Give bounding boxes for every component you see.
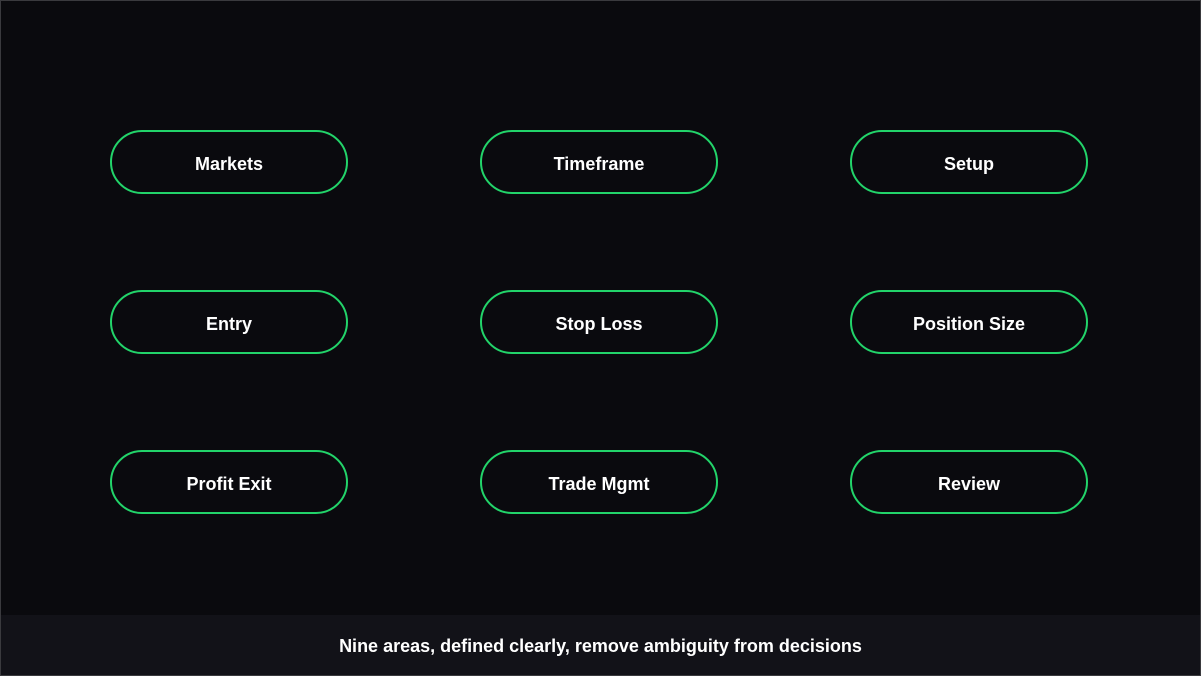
node-review: Review xyxy=(850,450,1088,514)
caption-footer: Nine areas, defined clearly, remove ambi… xyxy=(1,615,1200,675)
caption-text: Nine areas, defined clearly, remove ambi… xyxy=(339,635,862,656)
diagram-canvas: Markets Timeframe Setup Entry Stop Loss … xyxy=(0,0,1201,676)
node-position-size: Position Size xyxy=(850,290,1088,354)
node-markets: Markets xyxy=(110,130,348,194)
node-profit-exit: Profit Exit xyxy=(110,450,348,514)
node-setup: Setup xyxy=(850,130,1088,194)
node-trade-mgmt: Trade Mgmt xyxy=(480,450,718,514)
node-timeframe: Timeframe xyxy=(480,130,718,194)
node-stop-loss: Stop Loss xyxy=(480,290,718,354)
node-entry: Entry xyxy=(110,290,348,354)
